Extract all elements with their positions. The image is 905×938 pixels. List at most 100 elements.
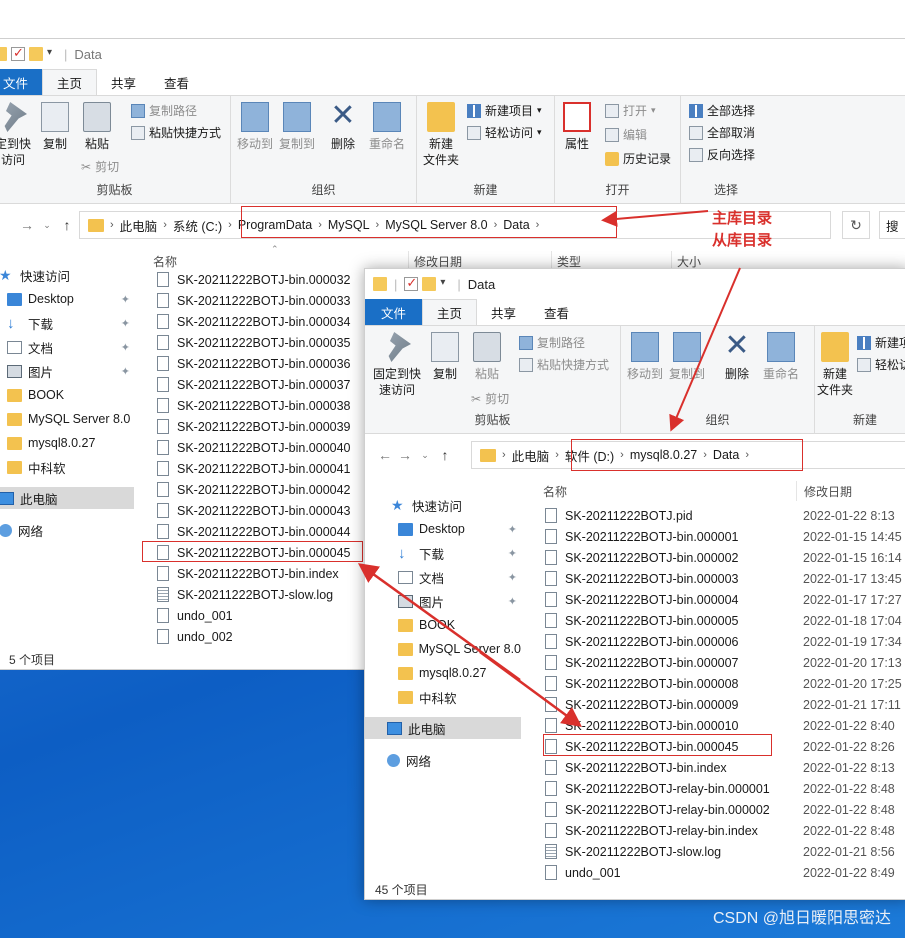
file-row[interactable]: SK-20211222BOTJ-bin.000008 2022-01-20 17:… (545, 673, 905, 694)
file-row[interactable]: SK-20211222BOTJ-relay-bin.index 2022-01-2… (545, 820, 905, 841)
tab-file[interactable]: 文件 (365, 299, 423, 325)
up-arrow-icon[interactable]: ↑ (57, 217, 77, 233)
select-all-button[interactable]: 全部选择 (689, 102, 755, 119)
chevron-down-icon[interactable]: ⌄ (37, 220, 57, 231)
nav-pictures[interactable]: 图片 ✦ (0, 360, 134, 382)
new-folder-button[interactable]: 新建 文件夹 (423, 102, 459, 168)
paste-button[interactable]: 粘贴 (473, 332, 501, 382)
file-row[interactable]: SK-20211222BOTJ-bin.000042 (157, 479, 351, 500)
refresh-icon[interactable]: ↻ (842, 211, 870, 239)
paste-button[interactable]: 粘贴 (83, 102, 111, 152)
file-row[interactable]: SK-20211222BOTJ-slow.log (157, 584, 333, 605)
file-row[interactable]: SK-20211222BOTJ-bin.000032 (157, 269, 351, 290)
new-folder-button[interactable]: 新建 文件夹 (817, 332, 853, 398)
easy-access-button[interactable]: 轻松访问 ▾ (467, 124, 542, 141)
file-row[interactable]: SK-20211222BOTJ-bin.000010 2022-01-22 8:4… (545, 715, 905, 736)
delete-button[interactable]: ✕ 删除 (723, 331, 751, 382)
file-row[interactable]: SK-20211222BOTJ-bin.000033 (157, 290, 351, 311)
file-row[interactable]: SK-20211222BOTJ-bin.000004 2022-01-17 17:… (545, 589, 905, 610)
nav-book[interactable]: BOOK (0, 384, 134, 406)
file-row[interactable]: SK-20211222BOTJ-bin.000043 (157, 500, 351, 521)
column-modified[interactable]: 修改日期 (414, 253, 462, 270)
file-row[interactable]: SK-20211222BOTJ-bin.000037 (157, 374, 351, 395)
easy-access-button[interactable]: 轻松访 (857, 356, 905, 373)
nav-book[interactable]: BOOK (365, 614, 521, 636)
tab-file[interactable]: 文件 (0, 69, 43, 95)
file-row[interactable]: SK-20211222BOTJ-bin.000035 (157, 332, 351, 353)
delete-button[interactable]: ✕ 删除 (329, 101, 357, 152)
edit-button[interactable]: 编辑 (605, 126, 647, 143)
file-row[interactable]: SK-20211222BOTJ-bin.000009 2022-01-21 17:… (545, 694, 905, 715)
back-arrow-icon[interactable]: ← (375, 447, 395, 463)
nav-network[interactable]: 网络 (365, 749, 521, 771)
file-row[interactable]: SK-20211222BOTJ-bin.000001 2022-01-15 14:… (545, 526, 905, 547)
nav-desktop[interactable]: Desktop ✦ (365, 518, 521, 540)
nav-downloads[interactable]: ↓ 下载 ✦ (365, 542, 521, 564)
properties-button[interactable]: 属性 (563, 102, 591, 152)
file-row[interactable]: undo_001 (157, 605, 233, 626)
history-button[interactable]: 历史记录 (605, 150, 671, 167)
rename-button[interactable]: 重命名 (369, 102, 405, 152)
select-none-button[interactable]: 全部取消 (689, 124, 755, 141)
new-item-button[interactable]: 新建项目 ▾ (467, 102, 542, 119)
nav-this-pc[interactable]: 此电脑 (365, 717, 521, 739)
cut-button[interactable]: ✂ 剪切 (81, 158, 119, 175)
file-row[interactable]: undo_002 (157, 626, 233, 647)
file-row[interactable]: SK-20211222BOTJ-bin.000044 (157, 521, 351, 542)
file-row[interactable]: SK-20211222BOTJ-bin.000038 (157, 395, 351, 416)
file-row[interactable]: SK-20211222BOTJ-slow.log 2022-01-21 8:56 (545, 841, 905, 862)
open-button[interactable]: 打开 ▾ (605, 102, 656, 119)
move-to-button[interactable]: 移动到 (237, 102, 273, 152)
nav-mysql-server[interactable]: MySQL Server 8.0 (0, 408, 134, 430)
nav-desktop[interactable]: Desktop ✦ (0, 288, 134, 310)
column-size[interactable]: 大小 (677, 253, 701, 270)
tab-home[interactable]: 主页 (42, 69, 98, 95)
pin-quick-access-button[interactable]: 固定到快 速访问 (373, 332, 421, 398)
tab-view[interactable]: 查看 (530, 299, 583, 325)
chevron-down-icon[interactable]: ▾ (47, 47, 57, 61)
file-row[interactable]: SK-20211222BOTJ-relay-bin.000001 2022-01-… (545, 778, 905, 799)
column-type[interactable]: 类型 (557, 253, 581, 270)
new-folder-quick-icon[interactable] (422, 277, 437, 291)
nav-mysql8[interactable]: mysql8.0.27 (365, 662, 521, 684)
chevron-down-icon[interactable]: ⌄ (415, 450, 435, 461)
copy-to-button[interactable]: 复制到 (669, 332, 705, 382)
paste-shortcut-button[interactable]: 粘贴快捷方式 (519, 356, 609, 373)
file-row[interactable]: SK-20211222BOTJ-bin.000003 2022-01-17 13:… (545, 568, 905, 589)
move-to-button[interactable]: 移动到 (627, 332, 663, 382)
breadcrumb-this-pc[interactable]: 此电脑 (120, 216, 158, 235)
properties-quick-icon[interactable] (404, 275, 419, 291)
file-row[interactable]: SK-20211222BOTJ-bin.000002 2022-01-15 16:… (545, 547, 905, 568)
copy-to-button[interactable]: 复制到 (279, 102, 315, 152)
forward-arrow-icon[interactable]: → (17, 217, 37, 233)
file-row[interactable]: SK-20211222BOTJ-bin.000040 (157, 437, 351, 458)
column-name[interactable]: 名称 (153, 253, 177, 270)
nav-documents[interactable]: 文档 ✦ (365, 566, 521, 588)
column-name[interactable]: 名称 (543, 483, 567, 500)
rename-button[interactable]: 重命名 (763, 332, 799, 382)
file-row[interactable]: SK-20211222BOTJ-bin.index (157, 563, 339, 584)
forward-arrow-icon[interactable]: → (395, 447, 415, 463)
search-input[interactable]: 搜 (879, 211, 905, 239)
tab-view[interactable]: 查看 (150, 69, 203, 95)
column-modified[interactable]: 修改日期 (804, 483, 852, 500)
new-folder-quick-icon[interactable] (29, 47, 43, 61)
file-row[interactable]: SK-20211222BOTJ-bin.index 2022-01-22 8:13 (545, 757, 905, 778)
file-row[interactable]: SK-20211222BOTJ-bin.000041 (157, 458, 351, 479)
chevron-down-icon[interactable]: ▾ (440, 277, 450, 291)
file-row[interactable]: SK-20211222BOTJ.pid 2022-01-22 8:13 (545, 505, 905, 526)
breadcrumb-drive[interactable]: 系统 (C:) (173, 216, 222, 235)
nav-quick-access[interactable]: ★ 快速访问 (365, 494, 521, 516)
up-arrow-icon[interactable]: ↑ (435, 447, 455, 463)
file-row[interactable]: SK-20211222BOTJ-bin.000007 2022-01-20 17:… (545, 652, 905, 673)
nav-downloads[interactable]: ↓ 下载 ✦ (0, 312, 134, 334)
nav-documents[interactable]: 文档 ✦ (0, 336, 134, 358)
file-row[interactable]: SK-20211222BOTJ-bin.000039 (157, 416, 351, 437)
file-row[interactable]: SK-20211222BOTJ-bin.000005 2022-01-18 17:… (545, 610, 905, 631)
nav-zky[interactable]: 中科软 (0, 456, 134, 478)
file-row[interactable]: undo_001 2022-01-22 8:49 (545, 862, 905, 883)
pin-quick-access-button[interactable]: 定到快 访问 (0, 102, 31, 168)
invert-selection-button[interactable]: 反向选择 (689, 146, 755, 163)
nav-pictures[interactable]: 图片 ✦ (365, 590, 521, 612)
nav-mysql8[interactable]: mysql8.0.27 (0, 432, 134, 454)
